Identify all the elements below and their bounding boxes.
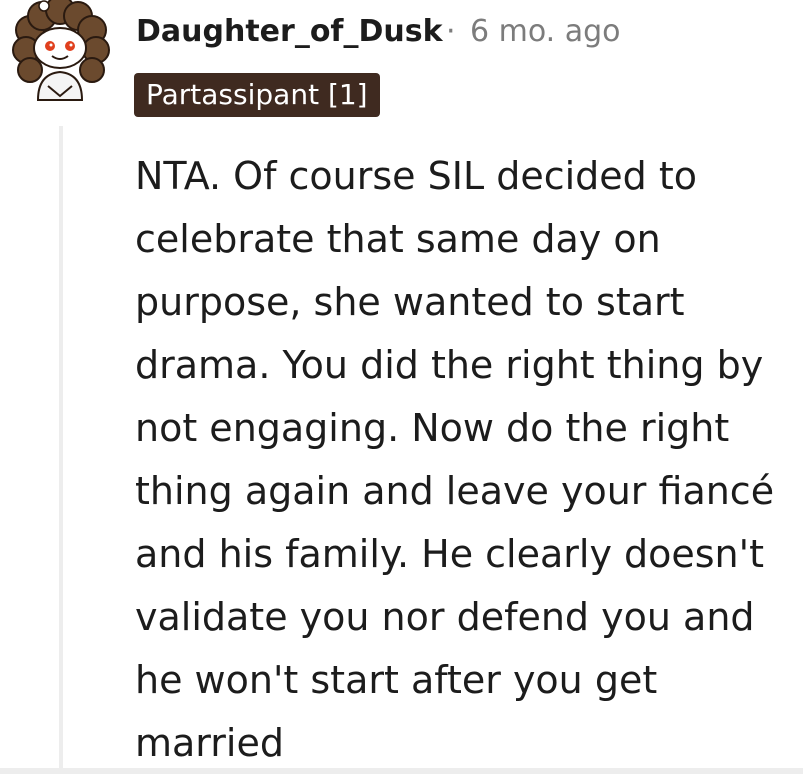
- avatar[interactable]: [8, 0, 112, 104]
- comment: Daughter_of_Dusk · 6 mo. ago Partassipan…: [0, 0, 803, 774]
- comment-body: NTA. Of course SIL decided to celebrate …: [135, 154, 775, 765]
- divider: [0, 768, 803, 774]
- user-flair: Partassipant [1]: [134, 73, 380, 117]
- comment-author[interactable]: Daughter_of_Dusk: [136, 12, 443, 52]
- meta-separator: ·: [446, 14, 456, 49]
- snoo-avatar-icon: [12, 0, 110, 101]
- comment-timestamp[interactable]: 6 mo. ago: [470, 12, 621, 52]
- thread-collapse-line[interactable]: [59, 126, 63, 774]
